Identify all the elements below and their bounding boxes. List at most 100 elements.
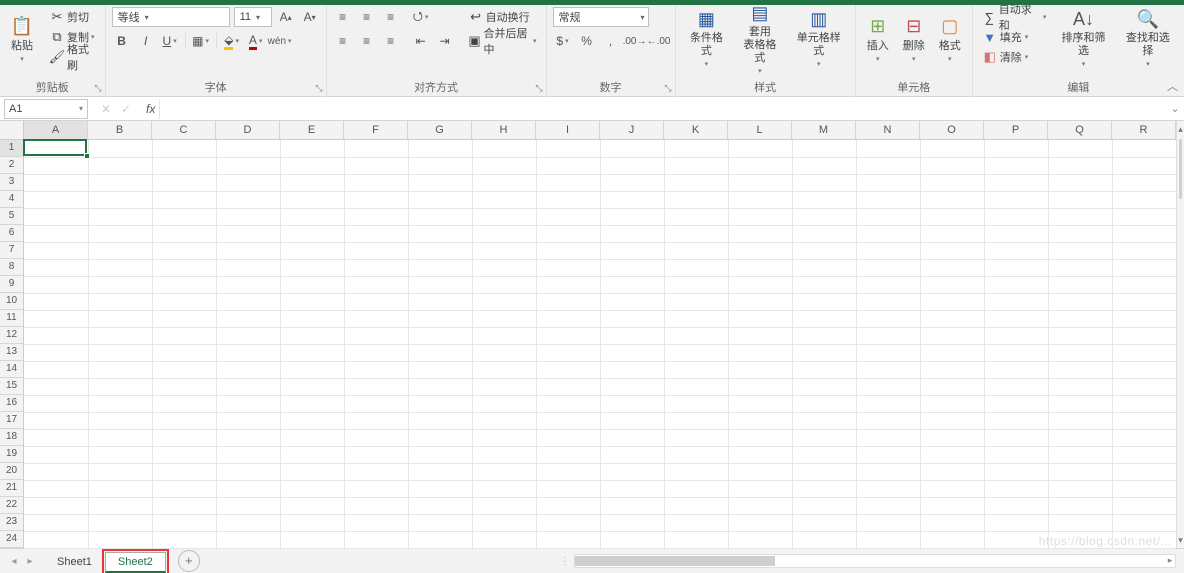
decrease-indent-icon[interactable]: ⇤ bbox=[410, 31, 432, 51]
formula-input[interactable] bbox=[159, 99, 1166, 119]
tab-nav-next-icon[interactable]: ▸ bbox=[22, 556, 38, 567]
row-header[interactable]: 24 bbox=[0, 531, 23, 548]
cut-button[interactable]: ✂剪切 bbox=[45, 7, 100, 27]
row-header[interactable]: 8 bbox=[0, 259, 23, 276]
align-bottom-icon[interactable]: ≡ bbox=[380, 7, 402, 27]
tab-sheet2[interactable]: Sheet2 bbox=[105, 552, 166, 573]
row-header[interactable]: 10 bbox=[0, 293, 23, 310]
clear-button[interactable]: ◧清除▾ bbox=[978, 47, 1051, 67]
font-size-combo[interactable]: 11▾ bbox=[234, 7, 272, 27]
row-header[interactable]: 20 bbox=[0, 463, 23, 480]
row-header[interactable]: 22 bbox=[0, 497, 23, 514]
format-as-table-button[interactable]: ▤套用 表格格式▾ bbox=[733, 7, 787, 73]
col-header[interactable]: R bbox=[1112, 121, 1176, 139]
fill-color-button[interactable]: ⬙ bbox=[221, 31, 243, 51]
row-header[interactable]: 7 bbox=[0, 242, 23, 259]
cell-styles-button[interactable]: ▥单元格样式▾ bbox=[787, 7, 851, 73]
fill-button[interactable]: ▼填充▾ bbox=[978, 27, 1051, 47]
font-color-button[interactable]: A bbox=[245, 31, 267, 51]
col-header[interactable]: G bbox=[408, 121, 472, 139]
row-header[interactable]: 2 bbox=[0, 157, 23, 174]
name-box[interactable]: A1▾ bbox=[4, 99, 88, 119]
horizontal-scrollbar[interactable]: ◂ ▸ bbox=[574, 554, 1176, 568]
autosum-button[interactable]: ∑自动求和▾ bbox=[978, 7, 1051, 27]
row-header[interactable]: 4 bbox=[0, 191, 23, 208]
row-header[interactable]: 16 bbox=[0, 395, 23, 412]
currency-icon[interactable]: $ bbox=[552, 31, 574, 51]
fx-icon[interactable]: fx bbox=[142, 102, 159, 116]
phonetic-button[interactable]: wén bbox=[269, 31, 291, 51]
expand-formula-bar-icon[interactable]: ⌄ bbox=[1166, 102, 1184, 115]
align-top-icon[interactable]: ≡ bbox=[332, 7, 354, 27]
scroll-down-icon[interactable]: ▾ bbox=[1177, 532, 1184, 548]
accept-formula-icon[interactable]: ✓ bbox=[116, 102, 136, 116]
border-button[interactable]: ▦ bbox=[190, 31, 212, 51]
percent-icon[interactable]: % bbox=[576, 31, 598, 51]
col-header[interactable]: L bbox=[728, 121, 792, 139]
hscroll-thumb[interactable] bbox=[575, 556, 775, 566]
col-header[interactable]: O bbox=[920, 121, 984, 139]
col-header[interactable]: K bbox=[664, 121, 728, 139]
row-header[interactable]: 13 bbox=[0, 344, 23, 361]
select-all-corner[interactable] bbox=[0, 121, 24, 140]
col-header[interactable]: H bbox=[472, 121, 536, 139]
align-right-icon[interactable]: ≡ bbox=[380, 31, 402, 51]
col-header[interactable]: F bbox=[344, 121, 408, 139]
scroll-thumb[interactable] bbox=[1179, 139, 1182, 199]
col-header[interactable]: D bbox=[216, 121, 280, 139]
cancel-formula-icon[interactable]: ✕ bbox=[96, 102, 116, 116]
collapse-ribbon-icon[interactable]: ︿ bbox=[1167, 78, 1178, 94]
comma-icon[interactable]: , bbox=[600, 31, 622, 51]
increase-font-icon[interactable]: A▴ bbox=[275, 7, 297, 27]
vertical-scrollbar[interactable]: ▴ ▾ bbox=[1176, 121, 1184, 548]
orientation-icon[interactable]: ⭯ bbox=[410, 7, 432, 27]
row-header[interactable]: 9 bbox=[0, 276, 23, 293]
col-header[interactable]: I bbox=[536, 121, 600, 139]
col-header[interactable]: E bbox=[280, 121, 344, 139]
col-header[interactable]: Q bbox=[1048, 121, 1112, 139]
align-left-icon[interactable]: ≡ bbox=[332, 31, 354, 51]
delete-button[interactable]: ⊟删除▾ bbox=[896, 7, 932, 73]
dialog-launcher-icon[interactable]: ⤡ bbox=[535, 83, 542, 94]
col-header[interactable]: A bbox=[24, 121, 88, 139]
increase-decimal-icon[interactable]: .00→ bbox=[624, 31, 646, 51]
merge-center-button[interactable]: ▣合并后居中▾ bbox=[464, 31, 541, 51]
col-header[interactable]: J bbox=[600, 121, 664, 139]
col-header[interactable]: C bbox=[152, 121, 216, 139]
align-center-icon[interactable]: ≡ bbox=[356, 31, 378, 51]
row-header[interactable]: 5 bbox=[0, 208, 23, 225]
paste-button[interactable]: 📋 粘贴 ▾ bbox=[4, 7, 40, 73]
sort-filter-button[interactable]: A↓排序和筛选▾ bbox=[1051, 7, 1115, 73]
row-header[interactable]: 15 bbox=[0, 378, 23, 395]
col-header[interactable]: N bbox=[856, 121, 920, 139]
col-header[interactable]: B bbox=[88, 121, 152, 139]
wrap-text-button[interactable]: ↩自动换行 bbox=[464, 7, 541, 27]
underline-button[interactable]: U bbox=[159, 31, 181, 51]
row-header[interactable]: 6 bbox=[0, 225, 23, 242]
row-header[interactable]: 18 bbox=[0, 429, 23, 446]
decrease-font-icon[interactable]: A▾ bbox=[299, 7, 321, 27]
col-header[interactable]: P bbox=[984, 121, 1048, 139]
row-header[interactable]: 12 bbox=[0, 327, 23, 344]
row-header[interactable]: 11 bbox=[0, 310, 23, 327]
dialog-launcher-icon[interactable]: ⤡ bbox=[315, 83, 322, 94]
find-select-button[interactable]: 🔍查找和选择▾ bbox=[1116, 7, 1180, 73]
italic-button[interactable]: I bbox=[135, 31, 157, 51]
row-header[interactable]: 17 bbox=[0, 412, 23, 429]
tab-nav-prev-icon[interactable]: ◂ bbox=[6, 556, 22, 567]
format-painter-button[interactable]: 🖌格式刷 bbox=[45, 47, 100, 67]
row-header[interactable]: 19 bbox=[0, 446, 23, 463]
scroll-up-icon[interactable]: ▴ bbox=[1177, 121, 1184, 137]
row-header[interactable]: 3 bbox=[0, 174, 23, 191]
row-header[interactable]: 21 bbox=[0, 480, 23, 497]
number-format-combo[interactable]: 常规▾ bbox=[553, 7, 649, 27]
format-button[interactable]: ▢格式▾ bbox=[932, 7, 968, 73]
increase-indent-icon[interactable]: ⇥ bbox=[434, 31, 456, 51]
col-header[interactable]: M bbox=[792, 121, 856, 139]
decrease-decimal-icon[interactable]: ←.00 bbox=[648, 31, 670, 51]
bold-button[interactable]: B bbox=[111, 31, 133, 51]
insert-button[interactable]: ⊞插入▾ bbox=[860, 7, 896, 73]
align-middle-icon[interactable]: ≡ bbox=[356, 7, 378, 27]
dialog-launcher-icon[interactable]: ⤡ bbox=[94, 83, 101, 94]
tab-sheet1[interactable]: Sheet1 bbox=[44, 552, 105, 572]
